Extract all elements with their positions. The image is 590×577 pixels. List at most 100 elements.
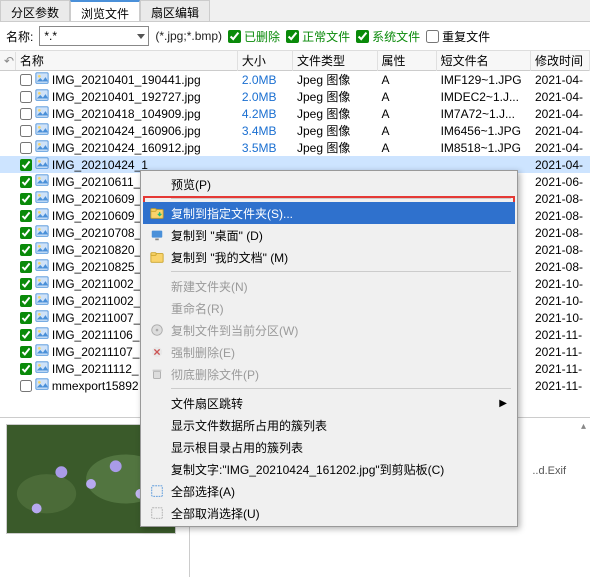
filter-bar: 名称: *.* (*.jpg;*.bmp) 已删除 正常文件 系统文件 重复文件 xyxy=(0,22,590,51)
row-checkbox[interactable] xyxy=(20,363,32,375)
image-file-icon xyxy=(35,309,49,326)
image-file-icon xyxy=(35,207,49,224)
row-checkbox[interactable] xyxy=(20,261,32,273)
row-checkbox[interactable] xyxy=(20,312,32,324)
row-checkbox[interactable] xyxy=(20,329,32,341)
ctx-copy-to-folder[interactable]: 复制到指定文件夹(S)... xyxy=(143,202,515,224)
context-menu: 预览(P) 复制到指定文件夹(S)... 复制到 "桌面" (D) 复制到 "我… xyxy=(140,170,518,527)
ctx-copy-to-desktop[interactable]: 复制到 "桌面" (D) xyxy=(143,224,515,246)
table-row[interactable]: IMG_20210424_160912.jpg 3.5MB Jpeg 图像 A … xyxy=(0,139,590,156)
chk-dup[interactable]: 重复文件 xyxy=(426,28,490,45)
row-checkbox[interactable] xyxy=(20,142,32,154)
image-file-icon xyxy=(35,258,49,275)
image-file-icon xyxy=(35,190,49,207)
row-checkbox[interactable] xyxy=(20,346,32,358)
file-attr: A xyxy=(378,124,437,138)
row-checkbox[interactable] xyxy=(20,74,32,86)
file-name: mmexport15892 xyxy=(52,379,139,393)
row-checkbox[interactable] xyxy=(20,295,32,307)
ctx-select-all[interactable]: 全部选择(A) xyxy=(143,480,515,502)
ctx-copy-text[interactable]: 复制文字:"IMG_20210424_161202.jpg"到剪贴板(C) xyxy=(143,458,515,480)
ctx-cluster-list-data[interactable]: 显示文件数据所占用的簇列表 xyxy=(143,414,515,436)
ctx-deselect-all[interactable]: 全部取消选择(U) xyxy=(143,502,515,524)
image-file-icon xyxy=(35,377,49,394)
file-size: 3.4MB xyxy=(238,124,293,138)
file-shortname: IMDEC2~1.J... xyxy=(437,90,531,104)
col-name[interactable]: 名称 xyxy=(16,50,238,71)
file-type: Jpeg 图像 xyxy=(293,105,378,122)
table-row[interactable]: IMG_20210418_104909.jpg 4.2MB Jpeg 图像 A … xyxy=(0,105,590,122)
tab-sector-edit[interactable]: 扇区编辑 xyxy=(140,0,210,21)
file-attr: A xyxy=(378,107,437,121)
file-name: IMG_20211107_2 xyxy=(52,345,146,359)
ctx-permanent-delete: 彻底删除文件(P) xyxy=(143,363,515,385)
select-all-icon xyxy=(147,483,167,499)
file-mtime: 2021-04- xyxy=(531,124,590,138)
folder-icon xyxy=(147,249,167,265)
col-attr[interactable]: 属性 xyxy=(378,50,437,71)
file-name: IMG_20211112_ xyxy=(52,362,139,376)
file-name: IMG_20210418_104909.jpg xyxy=(52,107,201,121)
filter-name-label: 名称: xyxy=(6,28,33,45)
file-name: IMG_20210401_192727.jpg xyxy=(52,90,201,104)
image-file-icon xyxy=(35,122,49,139)
table-row[interactable]: IMG_20210401_190441.jpg 2.0MB Jpeg 图像 A … xyxy=(0,71,590,88)
file-name: IMG_20210708_ xyxy=(52,226,141,240)
image-file-icon xyxy=(35,275,49,292)
row-checkbox[interactable] xyxy=(20,159,32,171)
row-checkbox[interactable] xyxy=(20,176,32,188)
file-name: IMG_20210424_160906.jpg xyxy=(52,124,201,138)
col-arrow[interactable]: ↶ xyxy=(0,52,16,70)
col-size[interactable]: 大小 xyxy=(238,50,293,71)
file-shortname: IM7A72~1.J... xyxy=(437,107,531,121)
row-checkbox[interactable] xyxy=(20,244,32,256)
col-type[interactable]: 文件类型 xyxy=(293,50,378,71)
desktop-icon xyxy=(147,227,167,243)
row-checkbox[interactable] xyxy=(20,91,32,103)
row-checkbox[interactable] xyxy=(20,125,32,137)
file-attr: A xyxy=(378,73,437,87)
file-name: IMG_20210609_ xyxy=(52,209,141,223)
file-mtime: 2021-08- xyxy=(531,192,590,206)
ctx-copy-to-docs[interactable]: 复制到 "我的文档" (M) xyxy=(143,246,515,268)
filter-name-input[interactable]: *.* xyxy=(39,26,149,46)
table-row[interactable]: IMG_20210401_192727.jpg 2.0MB Jpeg 图像 A … xyxy=(0,88,590,105)
file-mtime: 2021-11- xyxy=(531,345,590,359)
ctx-new-folder: 新建文件夹(N) xyxy=(143,275,515,297)
row-checkbox[interactable] xyxy=(20,380,32,392)
image-file-icon xyxy=(35,139,49,156)
file-type: Jpeg 图像 xyxy=(293,71,378,88)
tab-partition-params[interactable]: 分区参数 xyxy=(0,0,70,21)
row-checkbox[interactable] xyxy=(20,278,32,290)
file-mtime: 2021-08- xyxy=(531,226,590,240)
row-checkbox[interactable] xyxy=(20,193,32,205)
tab-browse-files[interactable]: 浏览文件 xyxy=(70,0,140,21)
ctx-preview[interactable]: 预览(P) xyxy=(143,173,515,195)
file-attr: A xyxy=(378,141,437,155)
chk-normal[interactable]: 正常文件 xyxy=(286,28,350,45)
ctx-cluster-list-root[interactable]: 显示根目录占用的簇列表 xyxy=(143,436,515,458)
file-name: IMG_20211007_ xyxy=(52,311,141,325)
image-file-icon xyxy=(35,173,49,190)
row-checkbox[interactable] xyxy=(20,210,32,222)
ctx-sector-jump[interactable]: 文件扇区跳转 ▶ xyxy=(143,392,515,414)
file-shortname: IM6456~1.JPG xyxy=(437,124,531,138)
file-mtime: 2021-08- xyxy=(531,243,590,257)
scroll-up-icon[interactable]: ▴ xyxy=(581,420,586,434)
trash-icon xyxy=(147,366,167,382)
col-short[interactable]: 短文件名 xyxy=(437,50,531,71)
table-row[interactable]: IMG_20210424_160906.jpg 3.4MB Jpeg 图像 A … xyxy=(0,122,590,139)
row-checkbox[interactable] xyxy=(20,108,32,120)
file-type: Jpeg 图像 xyxy=(293,88,378,105)
row-checkbox[interactable] xyxy=(20,227,32,239)
chk-system[interactable]: 系统文件 xyxy=(356,28,420,45)
file-size: 4.2MB xyxy=(238,107,293,121)
deselect-all-icon xyxy=(147,505,167,521)
col-mtime[interactable]: 修改时间 xyxy=(531,50,590,71)
file-name: IMG_20210609_ xyxy=(52,192,141,206)
chk-deleted[interactable]: 已删除 xyxy=(228,28,280,45)
ctx-separator xyxy=(171,388,511,389)
file-mtime: 2021-04- xyxy=(531,73,590,87)
image-file-icon xyxy=(35,88,49,105)
file-name: IMG_20210424_160912.jpg xyxy=(52,141,201,155)
